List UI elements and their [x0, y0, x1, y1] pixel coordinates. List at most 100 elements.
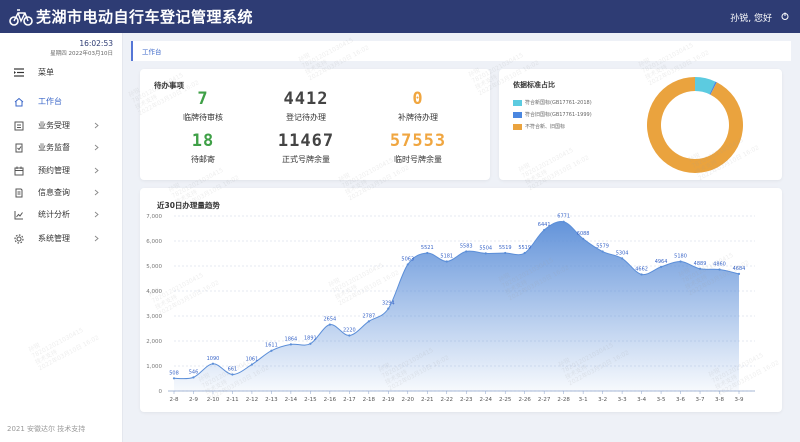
data-label: 5579 — [596, 244, 609, 250]
x-tick-label: 2-13 — [265, 397, 278, 403]
data-point[interactable] — [640, 273, 643, 276]
tab-workbench[interactable]: 工作台 — [142, 46, 162, 56]
todo-stat[interactable]: 4412 登记待办理 — [261, 89, 351, 123]
todo-stat-value: 7 — [197, 89, 209, 109]
data-point[interactable] — [250, 363, 254, 366]
legend-swatch — [513, 112, 522, 118]
chevron-right-icon — [94, 211, 99, 218]
data-point[interactable] — [601, 250, 604, 253]
x-tick-label: 2-16 — [324, 397, 337, 403]
data-point[interactable] — [582, 237, 585, 240]
x-tick-label: 2-24 — [479, 397, 492, 403]
data-point[interactable] — [406, 263, 409, 266]
sidebar: 16:02:53 星期四 2022年03月10日 菜单 工作台业务受理业务监督预… — [0, 33, 123, 442]
sidebar-item-7[interactable]: 系统管理 — [0, 229, 123, 249]
todo-stat[interactable]: 11467 正式号牌余量 — [261, 131, 351, 165]
data-label: 5180 — [674, 254, 687, 260]
x-tick-label: 2-20 — [402, 397, 415, 403]
sidebar-item-6[interactable]: 统计分析 — [0, 205, 123, 225]
data-point[interactable] — [659, 265, 663, 268]
data-label: 4889 — [694, 261, 707, 267]
x-tick-label: 3-6 — [676, 397, 685, 403]
tab-bar: 工作台 — [131, 41, 791, 61]
data-point[interactable] — [621, 257, 624, 260]
legend-swatch — [513, 100, 522, 106]
sidebar-item-4[interactable]: 预约管理 — [0, 161, 123, 181]
x-tick-label: 2-11 — [226, 397, 238, 403]
menu-toggle[interactable]: 菜单 — [0, 64, 123, 80]
data-label: 508 — [169, 370, 179, 376]
data-point[interactable] — [172, 377, 176, 380]
todo-stat[interactable]: 18 待邮寄 — [158, 131, 248, 165]
todo-stat-value: 4412 — [283, 89, 329, 109]
home-icon — [14, 97, 24, 107]
data-point[interactable] — [679, 260, 682, 263]
doc-search-icon — [15, 188, 23, 198]
data-point[interactable] — [543, 228, 546, 232]
data-point[interactable] — [484, 252, 487, 255]
x-tick-label: 2-19 — [382, 397, 395, 403]
y-tick-label: 6,000 — [146, 239, 162, 245]
data-label: 1891 — [304, 336, 317, 342]
legend-label: 符合旧国标(GB17761-1999) — [525, 112, 592, 118]
todo-card: 待办事项 7 临牌待审核 4412 登记待办理 0 补牌待办理 18 待邮寄 11467 正式号牌… — [140, 69, 490, 180]
legend-swatch — [513, 124, 522, 130]
sidebar-item-label: 业务监督 — [38, 143, 70, 152]
data-point[interactable] — [309, 342, 312, 345]
data-point[interactable] — [211, 362, 215, 365]
data-label: 5519 — [518, 245, 531, 251]
clock-date: 星期四 2022年03月10日 — [50, 51, 113, 57]
check-doc-icon — [15, 143, 23, 153]
sidebar-item-1[interactable]: 工作台 — [0, 92, 123, 112]
power-icon[interactable] — [781, 12, 789, 20]
data-point[interactable] — [387, 307, 390, 310]
data-label: 4964 — [655, 259, 668, 265]
x-tick-label: 2-21 — [421, 397, 433, 403]
sidebar-item-2[interactable]: 业务受理 — [0, 116, 123, 136]
x-tick-label: 2-14 — [285, 397, 298, 403]
data-point[interactable] — [270, 349, 273, 352]
data-point[interactable] — [426, 251, 429, 255]
todo-stat[interactable]: 7 临牌待审核 — [158, 89, 248, 123]
data-point[interactable] — [523, 251, 526, 255]
todo-stat[interactable]: 0 补牌待办理 — [373, 89, 463, 123]
data-label: 2654 — [323, 317, 336, 323]
todo-stat[interactable]: 57553 临时号牌余量 — [373, 131, 463, 165]
user-greeting[interactable]: 孙锐, 您好 — [730, 11, 772, 24]
data-point[interactable] — [192, 376, 195, 379]
sidebar-item-3[interactable]: 业务监督 — [0, 138, 123, 158]
data-point[interactable] — [465, 250, 468, 253]
data-point[interactable] — [231, 373, 234, 376]
data-point[interactable] — [348, 334, 351, 337]
gear-icon — [14, 234, 24, 244]
data-point[interactable] — [562, 220, 565, 223]
data-label: 5519 — [499, 245, 512, 251]
y-tick-label: 2,000 — [146, 339, 162, 345]
sidebar-item-label: 信息查询 — [38, 188, 70, 197]
todo-stat-caption: 临牌待审核 — [183, 113, 223, 122]
x-tick-label: 2-18 — [363, 397, 376, 403]
data-label: 5521 — [421, 245, 434, 251]
x-tick-label: 2-27 — [538, 397, 551, 403]
clock: 16:02:53 星期四 2022年03月10日 — [50, 39, 113, 59]
data-point[interactable] — [504, 251, 507, 255]
pie-slice[interactable] — [647, 77, 743, 173]
data-label: 1611 — [265, 343, 278, 349]
sidebar-item-5[interactable]: 信息查询 — [0, 183, 123, 203]
data-point[interactable] — [289, 343, 292, 346]
data-point[interactable] — [737, 272, 741, 275]
data-label: 4684 — [733, 266, 746, 272]
data-label: 2787 — [362, 313, 375, 319]
data-point[interactable] — [718, 268, 721, 271]
data-point[interactable] — [328, 323, 331, 326]
chevron-right-icon — [94, 235, 99, 242]
chevron-right-icon — [94, 167, 99, 174]
top-bar: 芜湖市电动自行车登记管理系统 孙锐, 您好 — [0, 0, 800, 33]
data-label: 1061 — [246, 356, 259, 362]
data-point[interactable] — [367, 320, 370, 323]
form-icon — [14, 121, 24, 131]
calendar-icon — [14, 166, 24, 176]
data-point[interactable] — [698, 267, 702, 270]
chart-icon — [14, 211, 23, 220]
data-point[interactable] — [445, 260, 448, 263]
